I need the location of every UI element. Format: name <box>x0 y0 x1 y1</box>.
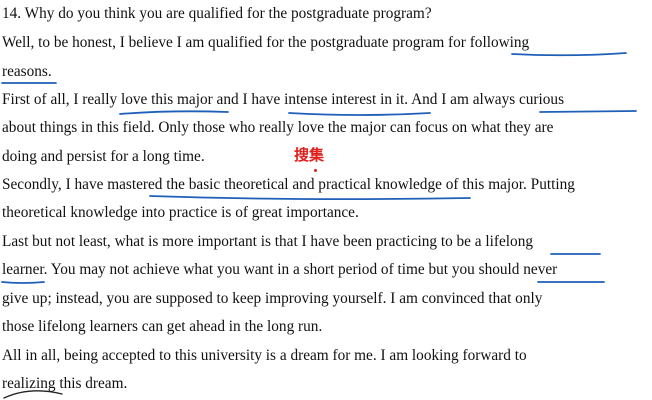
underline-really-love <box>119 110 229 115</box>
underline-basic-knowledge <box>149 195 471 201</box>
second-point-line-2: theoretical knowledge into practice is o… <box>2 204 359 221</box>
handwritten-note: 搜集 <box>294 146 325 164</box>
answer-intro-line-1: Well, to be honest, I believe I am quali… <box>2 34 530 51</box>
underline-learner <box>1 281 45 284</box>
conclusion-line-2: realizing this dream. <box>2 375 128 392</box>
first-point-line-2: about things in this field. Only those w… <box>2 119 554 136</box>
underline-intense-interest <box>288 112 431 116</box>
third-point-line-1: Last but not least, what is more importa… <box>2 233 533 250</box>
second-point-line-1: Secondly, I have mastered the basic theo… <box>2 176 575 193</box>
underline-for-following <box>511 52 627 57</box>
first-point-line-3: doing and persist for a long time. <box>2 148 205 165</box>
third-point-line-2: learner. You may not achieve what you wa… <box>2 261 558 278</box>
third-point-line-3: give up; instead, you are supposed to ke… <box>2 290 543 307</box>
answer-intro-line-2: reasons. <box>2 63 52 80</box>
note-dot <box>314 169 317 172</box>
question-heading: 14. Why do you think you are qualified f… <box>2 5 432 22</box>
underline-annotations <box>1 52 637 399</box>
first-point-line-1: First of all, I really love this major a… <box>2 91 565 108</box>
underline-always-curious <box>539 110 637 113</box>
document-page: 14. Why do you think you are qualified f… <box>0 0 652 400</box>
conclusion-line-1: All in all, being accepted to this unive… <box>2 347 527 364</box>
third-point-line-4: those lifelong learners can get ahead in… <box>2 318 323 335</box>
